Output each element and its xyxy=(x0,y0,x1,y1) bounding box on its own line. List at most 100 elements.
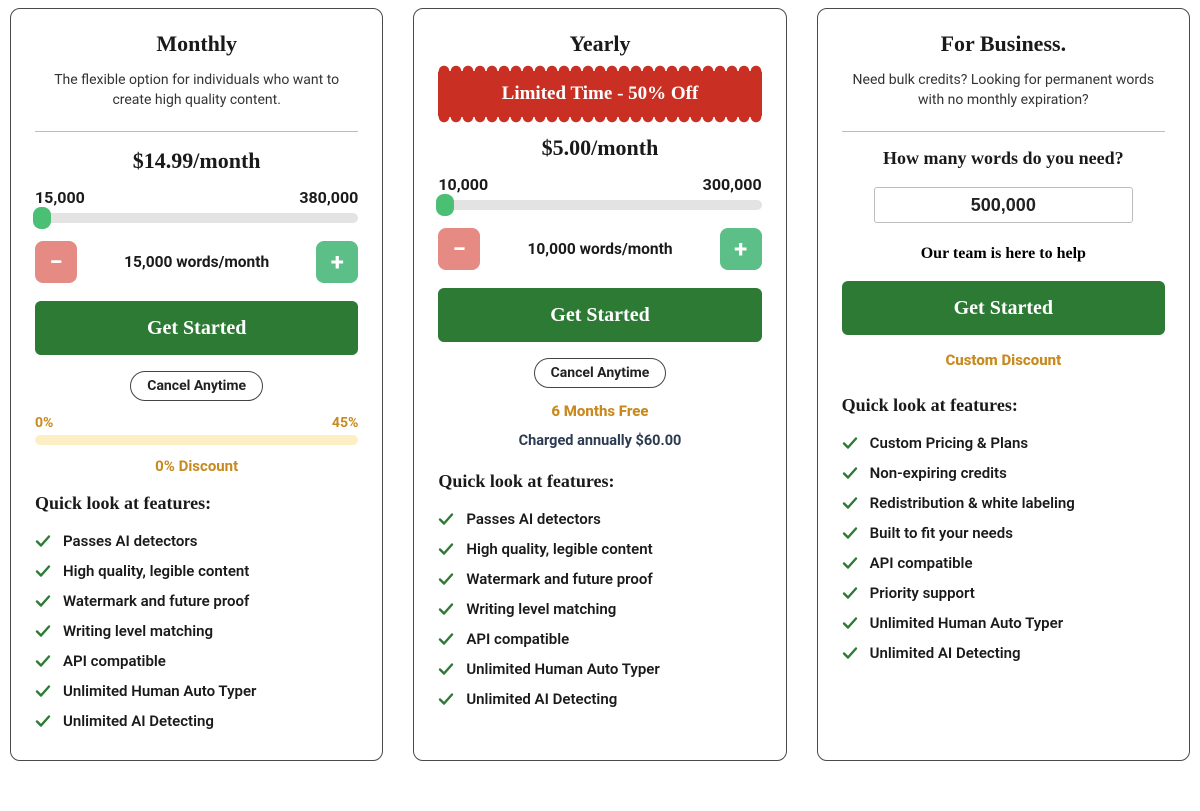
promo-banner: Limited Time - 50% Off xyxy=(438,71,761,117)
check-icon xyxy=(35,653,51,669)
minus-icon: − xyxy=(49,248,62,276)
feature-label: Watermark and future proof xyxy=(466,570,652,588)
divider xyxy=(842,131,1165,132)
feature-item: Passes AI detectors xyxy=(438,504,761,534)
features-list-yearly: Passes AI detectors High quality, legible… xyxy=(438,504,761,714)
feature-label: High quality, legible content xyxy=(63,562,249,580)
plus-icon: + xyxy=(331,248,344,276)
plan-card-monthly: Monthly The flexible option for individu… xyxy=(10,8,383,761)
feature-label: Unlimited AI Detecting xyxy=(466,690,617,708)
range-min: 10,000 xyxy=(438,175,488,194)
check-icon xyxy=(842,465,858,481)
check-icon xyxy=(35,623,51,639)
feature-item: Watermark and future proof xyxy=(35,586,358,616)
cancel-anytime-pill[interactable]: Cancel Anytime xyxy=(130,371,263,401)
feature-label: Writing level matching xyxy=(466,600,616,618)
feature-label: Non-expiring credits xyxy=(870,464,1007,482)
feature-item: API compatible xyxy=(842,548,1165,578)
range-max: 380,000 xyxy=(299,188,358,207)
increment-button[interactable]: + xyxy=(316,241,358,283)
feature-item: API compatible xyxy=(35,646,358,676)
words-stepper: − 10,000 words/month + xyxy=(438,228,761,270)
plan-card-business: For Business. Need bulk credits? Looking… xyxy=(817,8,1190,761)
check-icon xyxy=(35,593,51,609)
plan-card-yearly: Yearly Limited Time - 50% Off $5.00/mont… xyxy=(413,8,786,761)
check-icon xyxy=(438,601,454,617)
feature-label: Priority support xyxy=(870,584,975,602)
words-input[interactable] xyxy=(874,187,1133,223)
feature-label: Built to fit your needs xyxy=(870,524,1013,542)
check-icon xyxy=(438,571,454,587)
words-stepper: − 15,000 words/month + xyxy=(35,241,358,283)
feature-item: High quality, legible content xyxy=(35,556,358,586)
feature-label: Redistribution & white labeling xyxy=(870,494,1075,512)
feature-item: Redistribution & white labeling xyxy=(842,488,1165,518)
get-started-button[interactable]: Get Started xyxy=(438,288,761,342)
plan-title: For Business. xyxy=(842,31,1165,57)
check-icon xyxy=(842,525,858,541)
feature-item: Unlimited AI Detecting xyxy=(842,638,1165,668)
feature-label: High quality, legible content xyxy=(466,540,652,558)
stepper-value: 15,000 words/month xyxy=(87,253,306,271)
features-list-monthly: Passes AI detectors High quality, legible… xyxy=(35,526,358,736)
feature-label: Custom Pricing & Plans xyxy=(870,434,1028,452)
feature-label: Unlimited AI Detecting xyxy=(63,712,214,730)
get-started-button[interactable]: Get Started xyxy=(842,281,1165,335)
features-list-business: Custom Pricing & Plans Non-expiring credi… xyxy=(842,428,1165,668)
plus-icon: + xyxy=(734,235,747,263)
check-icon xyxy=(438,631,454,647)
check-icon xyxy=(438,661,454,677)
feature-item: Passes AI detectors xyxy=(35,526,358,556)
feature-label: Unlimited Human Auto Typer xyxy=(466,660,659,678)
discount-range-labels: 0% 45% xyxy=(35,415,358,431)
feature-item: Priority support xyxy=(842,578,1165,608)
discount-progress xyxy=(35,435,358,445)
check-icon xyxy=(35,563,51,579)
words-range-labels: 15,000 380,000 xyxy=(35,188,358,207)
feature-label: Writing level matching xyxy=(63,622,213,640)
feature-item: Writing level matching xyxy=(35,616,358,646)
plan-title: Yearly xyxy=(438,31,761,57)
feature-item: Watermark and future proof xyxy=(438,564,761,594)
plan-title: Monthly xyxy=(35,31,358,57)
plan-subtitle: The flexible option for individuals who … xyxy=(35,71,358,113)
check-icon xyxy=(842,615,858,631)
discount-max: 45% xyxy=(332,415,358,431)
features-heading: Quick look at features: xyxy=(35,493,358,514)
check-icon xyxy=(842,435,858,451)
check-icon xyxy=(842,495,858,511)
get-started-button[interactable]: Get Started xyxy=(35,301,358,355)
stepper-value: 10,000 words/month xyxy=(490,240,709,258)
feature-item: Unlimited Human Auto Typer xyxy=(842,608,1165,638)
check-icon xyxy=(35,713,51,729)
decrement-button[interactable]: − xyxy=(438,228,480,270)
features-heading: Quick look at features: xyxy=(438,471,761,492)
feature-item: Built to fit your needs xyxy=(842,518,1165,548)
feature-item: Unlimited Human Auto Typer xyxy=(438,654,761,684)
range-max: 300,000 xyxy=(703,175,762,194)
feature-label: API compatible xyxy=(466,630,569,648)
check-icon xyxy=(35,683,51,699)
cancel-anytime-pill[interactable]: Cancel Anytime xyxy=(534,358,667,388)
check-icon xyxy=(438,541,454,557)
feature-label: Passes AI detectors xyxy=(63,532,198,550)
words-slider[interactable] xyxy=(438,200,761,210)
slider-thumb[interactable] xyxy=(33,207,51,229)
feature-item: Unlimited AI Detecting xyxy=(438,684,761,714)
discount-text: 0% Discount xyxy=(35,457,358,475)
feature-item: Writing level matching xyxy=(438,594,761,624)
feature-item: Unlimited Human Auto Typer xyxy=(35,676,358,706)
feature-item: Non-expiring credits xyxy=(842,458,1165,488)
check-icon xyxy=(438,691,454,707)
divider xyxy=(35,131,358,132)
decrement-button[interactable]: − xyxy=(35,241,77,283)
minus-icon: − xyxy=(453,235,466,263)
words-question: How many words do you need? xyxy=(842,148,1165,169)
increment-button[interactable]: + xyxy=(720,228,762,270)
slider-thumb[interactable] xyxy=(436,194,454,216)
discount-min: 0% xyxy=(35,415,53,431)
feature-label: Watermark and future proof xyxy=(63,592,249,610)
check-icon xyxy=(842,585,858,601)
words-slider[interactable] xyxy=(35,213,358,223)
feature-label: Unlimited Human Auto Typer xyxy=(63,682,256,700)
